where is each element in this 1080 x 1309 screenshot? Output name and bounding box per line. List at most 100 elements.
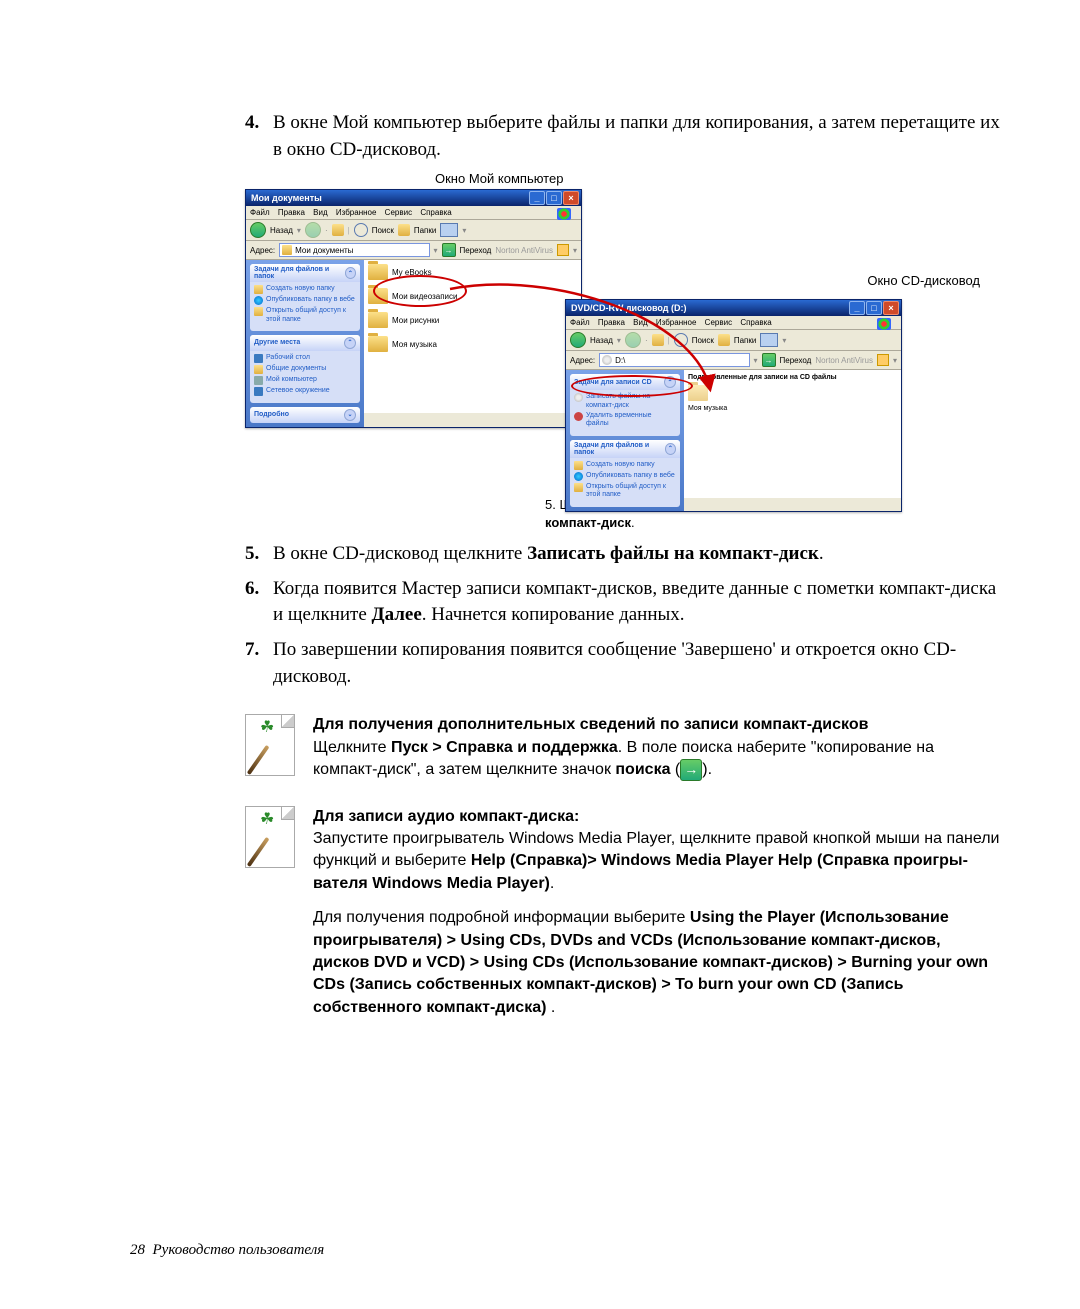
task-item[interactable]: Опубликовать папку в вебе [586,472,675,480]
up-icon[interactable] [332,224,344,236]
minimize-button[interactable]: _ [529,191,545,205]
note-line: Щелкните [313,739,391,756]
caption-my-computer: Окно Мой компьютер [435,171,563,186]
go-button[interactable]: → [442,243,456,257]
note-line: ( [670,761,680,778]
new-folder-icon [254,285,263,294]
menu-file[interactable]: Файл [570,318,590,327]
file-pane[interactable]: Подготовленные для записи на CD файлы Мо… [684,370,901,498]
publish-icon [254,296,263,305]
caption-step5-c: . [631,515,635,530]
step-4: 4. В окне Мой компьютер выберите файлы и… [245,110,1000,163]
norton-icon [877,354,889,366]
close-button[interactable]: × [563,191,579,205]
views-button[interactable] [760,333,778,347]
note-bold: поиска [615,761,670,778]
task-item[interactable]: Создать новую папку [266,285,335,293]
window-title: DVD/CD-RW дисковод (D:) [571,303,686,313]
address-input[interactable]: Мои документы [279,243,429,257]
up-icon[interactable] [652,334,664,346]
place-item[interactable]: Рабочий стол [266,354,310,362]
maximize-button[interactable]: □ [866,301,882,315]
share-icon [254,307,263,316]
highlight-ellipse [373,275,467,307]
folders-label: Папки [734,336,757,345]
folders-icon[interactable] [718,334,730,346]
forward-button[interactable] [625,332,641,348]
menu-tools[interactable]: Сервис [385,208,412,217]
back-button[interactable] [570,332,586,348]
new-folder-icon [574,461,583,470]
step-list: 4. В окне Мой компьютер выберите файлы и… [245,110,1000,163]
share-icon [574,483,583,492]
place-item[interactable]: Сетевое окружение [266,387,330,395]
addr-value: Мои документы [295,246,353,255]
note-icon: ☘ [245,714,295,776]
folder-item[interactable]: Моя музыка [368,336,577,352]
close-button[interactable]: × [883,301,899,315]
menu-help[interactable]: Справка [420,208,451,217]
folder-icon [368,336,388,352]
menu-edit[interactable]: Правка [278,208,305,217]
collapse-icon[interactable]: ⌃ [344,337,356,349]
network-icon [254,387,263,396]
folder-item[interactable]: Мои рисунки [368,312,577,328]
titlebar[interactable]: Мои документы _ □ × [246,190,581,206]
menu-edit[interactable]: Правка [598,318,625,327]
folder-label: Моя музыка [688,405,727,412]
note-line: ). [702,761,712,778]
task-item[interactable]: Удалить временные файлы [586,412,676,429]
disc-icon [602,355,612,365]
go-label: Переход [460,246,492,255]
menu-tools[interactable]: Сервис [705,318,732,327]
step-bold: Записать файлы на компакт-диск [527,543,819,564]
step-list-2: 5. В окне CD-дисковод щелкните Записать … [245,541,1000,690]
folders-icon[interactable] [398,224,410,236]
folder-icon [368,264,388,280]
go-label: Переход [780,356,812,365]
back-label: Назад [590,336,613,345]
addressbar: Адрес: Мои документы ▾ → Переход Norton … [246,241,581,260]
menu-view[interactable]: Вид [633,318,647,327]
collapse-icon[interactable]: ⌃ [345,267,356,279]
menu-fav[interactable]: Избранное [656,318,697,327]
step-num: 7. [245,637,273,690]
minimize-button[interactable]: _ [849,301,865,315]
note-bold: Пуск > Справка и поддержка [391,739,618,756]
panel-file-tasks: Задачи для файлов и папок⌃ Создать новую… [570,440,680,507]
forward-button[interactable] [305,222,321,238]
menu-view[interactable]: Вид [313,208,327,217]
address-input[interactable]: D:\ [599,353,749,367]
sidebar: Задачи для файлов и папок⌃ Создать новую… [246,260,364,427]
task-item[interactable]: Создать новую папку [586,461,655,469]
task-item[interactable]: Открыть общий доступ к этой папке [266,307,356,324]
place-item[interactable]: Мой компьютер [266,376,317,384]
toolbar: Назад ▾ · | Поиск Папки ▾ [566,330,901,351]
views-button[interactable] [440,223,458,237]
note-line: . [546,999,555,1016]
search-icon[interactable] [354,223,368,237]
task-item[interactable]: Опубликовать папку в вебе [266,296,355,304]
page-footer: 28 Руководство пользователя [130,1242,324,1259]
go-button[interactable]: → [762,353,776,367]
task-item[interactable]: Открыть общий доступ к этой папке [586,483,676,500]
folder-icon [282,245,292,255]
menu-fav[interactable]: Избранное [336,208,377,217]
disc-icon [574,393,583,402]
titlebar[interactable]: DVD/CD-RW дисковод (D:) _ □ × [566,300,901,316]
addr-value: D:\ [615,356,625,365]
search-icon[interactable] [674,333,688,347]
collapse-icon[interactable]: ⌃ [665,443,676,455]
back-button[interactable] [250,222,266,238]
step-text: В окне CD-дисковод щелкните [273,543,527,564]
expand-icon[interactable]: ⌄ [344,409,356,421]
note-title: Для записи аудио компакт-диска: [313,808,579,825]
maximize-button[interactable]: □ [546,191,562,205]
menu-help[interactable]: Справка [740,318,771,327]
pending-folder[interactable]: Моя музыка [688,385,738,412]
place-item[interactable]: Общие документы [266,365,326,373]
menu-file[interactable]: Файл [250,208,270,217]
page-number: 28 [130,1242,145,1258]
step-bold: Далее [372,604,422,625]
panel-head: Подробно [254,411,289,418]
